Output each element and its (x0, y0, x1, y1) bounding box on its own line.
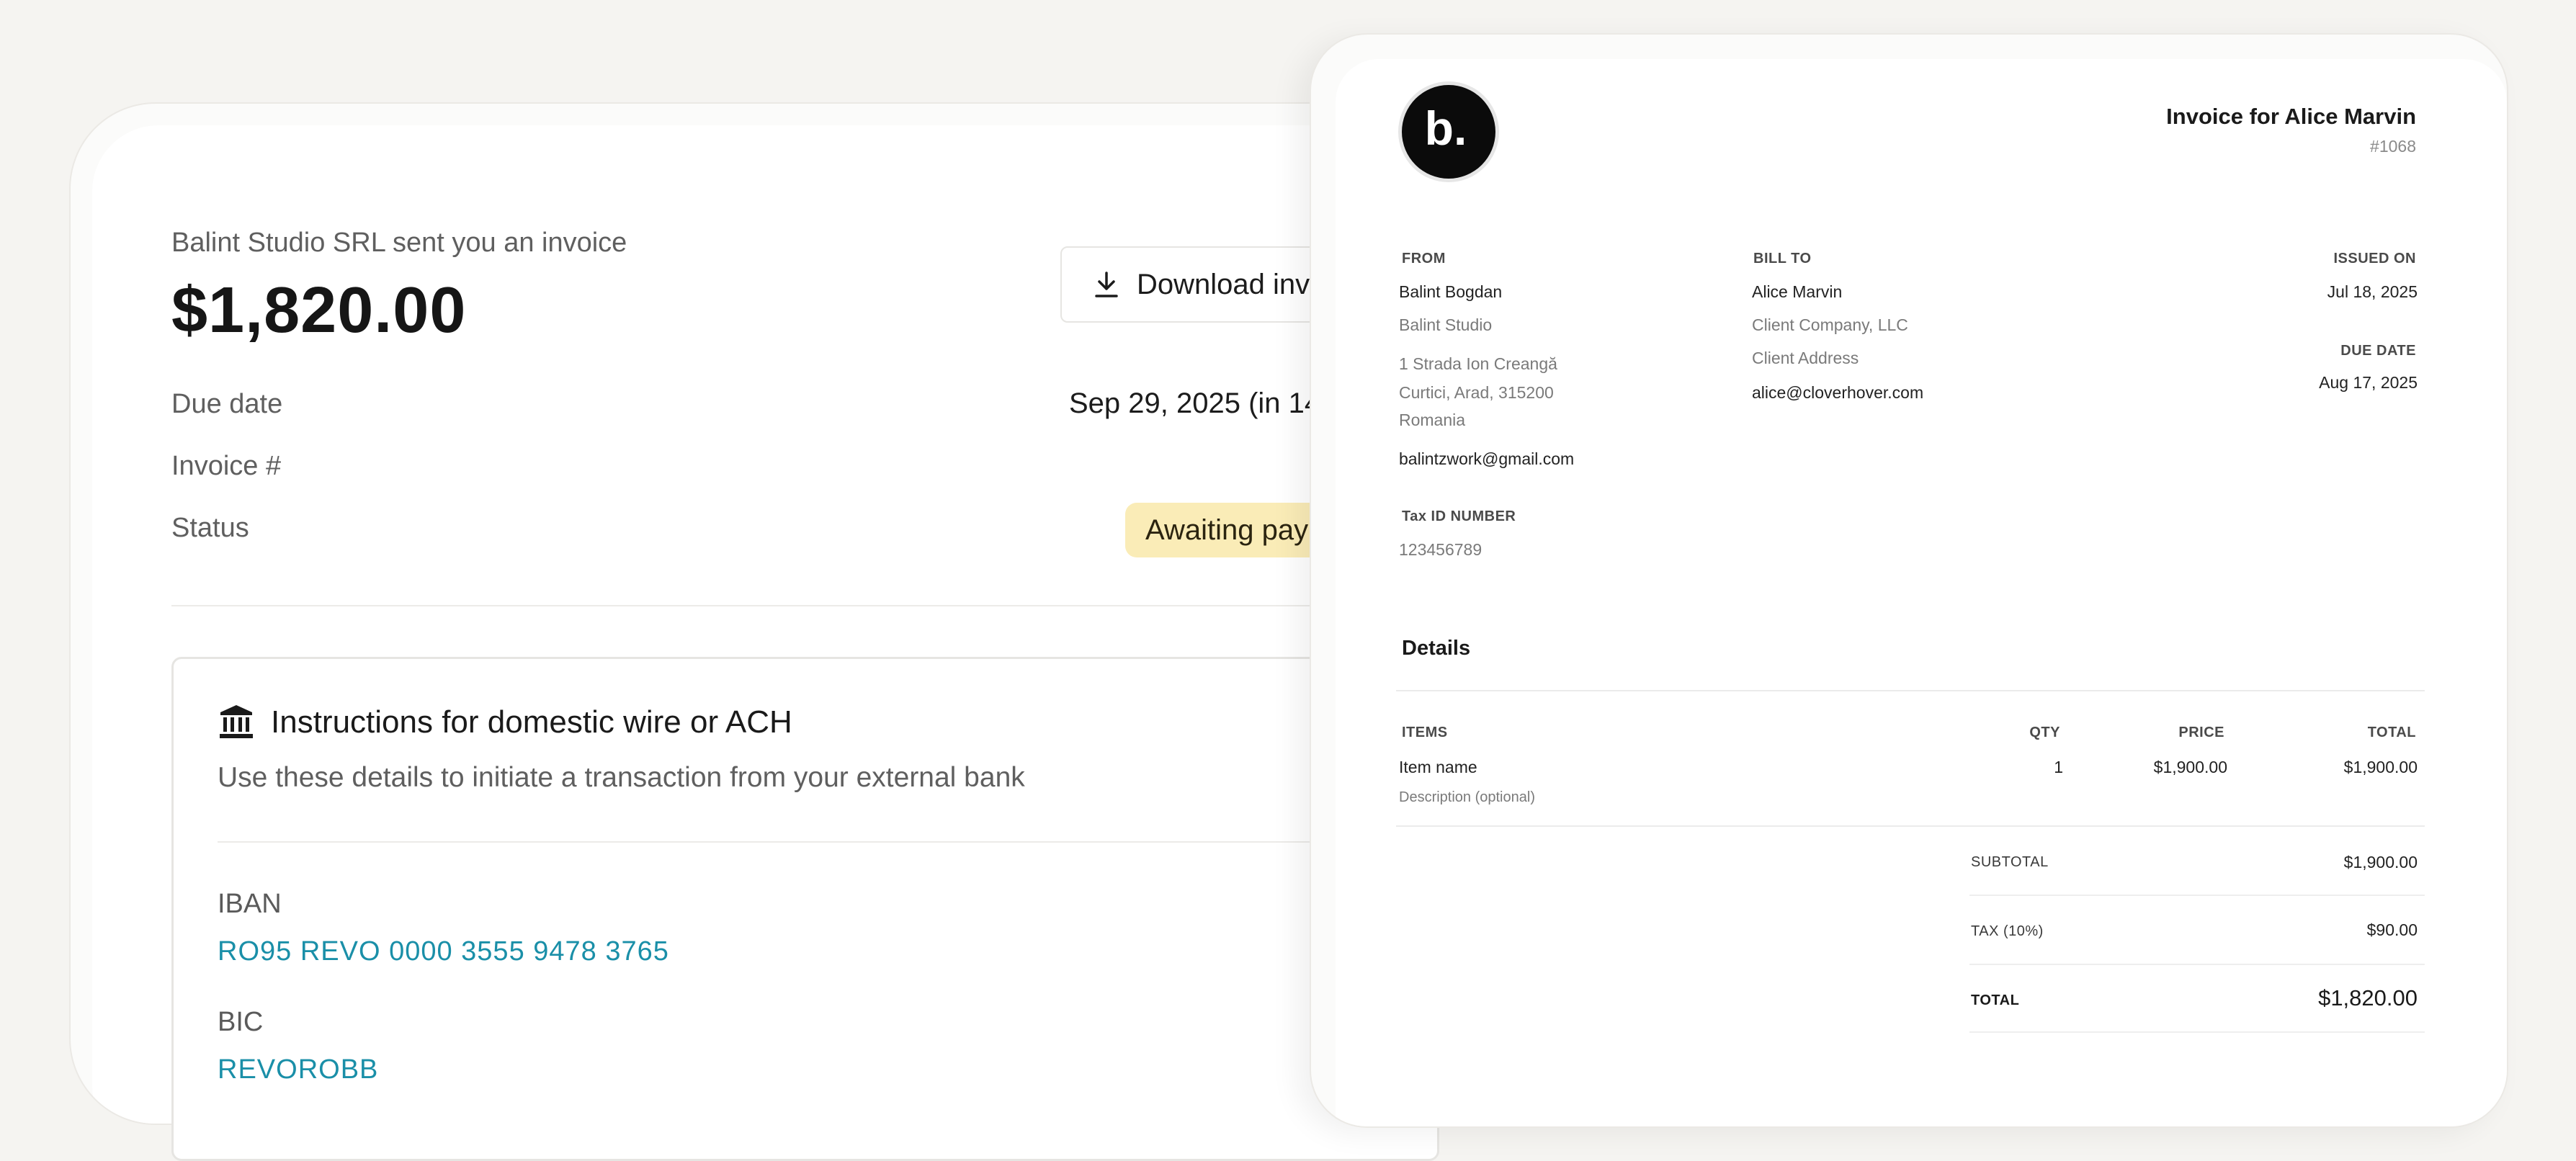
download-icon (1095, 272, 1118, 297)
instructions-title: Instructions for domestic wire or ACH (271, 704, 792, 740)
line-item-description: Description (optional) (1399, 789, 1535, 805)
issued-on-heading: ISSUED ON (2333, 251, 2416, 266)
details-divider (1396, 690, 2425, 691)
total-value: $1,820.00 (2318, 985, 2418, 1010)
bill-to-name: Alice Marvin (1752, 282, 1843, 301)
invoice-document-surface (1336, 59, 2507, 1126)
details-title: Details (1402, 637, 1471, 660)
company-logo: b. (1402, 85, 1495, 179)
instructions-subtitle: Use these details to initiate a transact… (218, 762, 1025, 793)
bill-to-company: Client Company, LLC (1752, 315, 1908, 334)
status-label: Status (171, 513, 249, 543)
from-email: balintzwork@gmail.com (1399, 449, 1575, 468)
tax-value: $90.00 (2366, 920, 2418, 939)
iban-label: IBAN (218, 889, 282, 919)
line-item-total: $1,900.00 (2343, 758, 2418, 776)
items-column-header: ITEMS (1402, 725, 1448, 740)
invoice-title: Invoice for Alice Marvin (2166, 104, 2416, 129)
line-item-price: $1,900.00 (2153, 758, 2227, 776)
items-divider (1396, 825, 2425, 827)
tax-label: TAX (10%) (1971, 923, 2044, 939)
from-heading: FROM (1402, 251, 1446, 266)
sender-line: Balint Studio SRL sent you an invoice (171, 228, 627, 258)
total-divider (1969, 1031, 2425, 1033)
subtotal-label: SUBTOTAL (1971, 854, 2049, 870)
issued-on-value: Jul 18, 2025 (2327, 282, 2418, 301)
due-date-heading: DUE DATE (2340, 343, 2416, 359)
bill-to-heading: BILL TO (1753, 251, 1812, 266)
due-date-label: Due date (171, 389, 283, 419)
bank-icon (220, 705, 253, 738)
from-address-line: Romania (1399, 411, 1466, 429)
from-address-line: Curtici, Arad, 315200 (1399, 383, 1554, 402)
total-label: TOTAL (1971, 992, 2020, 1008)
tax-id-value: 123456789 (1399, 540, 1482, 559)
invoice-number: #1068 (2370, 137, 2416, 156)
subtotal-divider (1969, 895, 2425, 896)
invoice-number-label: Invoice # (171, 451, 282, 481)
total-column-header: TOTAL (2367, 725, 2416, 740)
from-name: Balint Bogdan (1399, 282, 1503, 301)
qty-column-header: QTY (2029, 725, 2060, 740)
instructions-divider (218, 841, 1413, 843)
iban-value[interactable]: RO95 REVO 0000 3555 9478 3765 (218, 936, 669, 967)
from-address-line: 1 Strada Ion Creangă (1399, 354, 1557, 373)
bic-label: BIC (218, 1007, 264, 1037)
logo-mark: b. (1425, 103, 1467, 155)
logo-letter: b. (1425, 103, 1467, 155)
subtotal-value: $1,900.00 (2343, 853, 2418, 871)
invoice-amount: $1,820.00 (171, 274, 467, 346)
bill-to-address: Client Address (1752, 349, 1859, 367)
due-date-doc-value: Aug 17, 2025 (2319, 373, 2418, 392)
tax-id-heading: Tax ID NUMBER (1402, 508, 1516, 524)
tax-divider (1969, 964, 2425, 965)
bic-value[interactable]: REVOROBB (218, 1054, 378, 1085)
bill-to-email: alice@cloverhover.com (1752, 383, 1924, 402)
price-column-header: PRICE (2178, 725, 2224, 740)
line-item-qty: 1 (2054, 758, 2063, 776)
line-item-name: Item name (1399, 758, 1477, 776)
section-divider (171, 605, 1410, 606)
from-company: Balint Studio (1399, 315, 1493, 334)
